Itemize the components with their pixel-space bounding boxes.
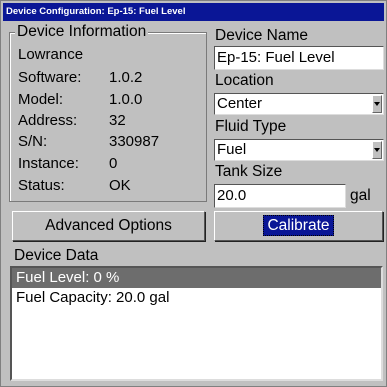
instance-label: Instance:: [18, 155, 79, 172]
serial-number-label: S/N:: [18, 133, 48, 150]
location-selected-value: Center: [217, 95, 263, 112]
serial-number-value: 330987: [109, 133, 160, 150]
calibrate-button[interactable]: Calibrate: [214, 211, 383, 241]
fluid-type-select[interactable]: Fuel: [214, 139, 384, 161]
device-data-title: Device Data: [14, 247, 99, 264]
advanced-options-button[interactable]: Advanced Options: [12, 211, 205, 241]
advanced-options-label: Advanced Options: [45, 217, 172, 234]
list-item[interactable]: Fuel Level: 0 %: [12, 268, 381, 288]
device-name-field[interactable]: Ep-15: Fuel Level: [214, 46, 384, 70]
tank-size-field[interactable]: 20.0: [214, 184, 346, 208]
tank-size-label: Tank Size: [215, 163, 283, 180]
instance-value: 0: [109, 155, 118, 172]
model-label: Model:: [18, 91, 64, 108]
location-label: Location: [215, 72, 274, 89]
status-label: Status:: [18, 177, 65, 194]
window-title: Device Configuration: Ep-15: Fuel Level: [3, 3, 384, 21]
chevron-down-icon[interactable]: [372, 141, 382, 159]
software-label: Software:: [18, 69, 82, 86]
chevron-down-icon[interactable]: [372, 95, 382, 113]
fluid-type-label: Fluid Type: [215, 118, 287, 135]
device-data-list[interactable]: Fuel Level: 0 % Fuel Capacity: 20.0 gal: [10, 266, 383, 381]
address-label: Address:: [18, 112, 78, 129]
device-information-title: Device Information: [15, 23, 149, 41]
device-configuration-window: Device Configuration: Ep-15: Fuel Level …: [0, 0, 387, 387]
calibrate-label: Calibrate: [263, 215, 334, 236]
software-value: 1.0.2: [109, 69, 143, 86]
manufacturer-label: Lowrance: [18, 46, 84, 63]
fluid-type-selected-value: Fuel: [217, 141, 247, 158]
tank-size-unit: gal: [350, 187, 371, 204]
address-value: 32: [109, 112, 126, 129]
location-select[interactable]: Center: [214, 93, 384, 115]
list-item[interactable]: Fuel Capacity: 20.0 gal: [12, 288, 381, 308]
status-value: OK: [109, 177, 131, 194]
device-name-label: Device Name: [215, 27, 309, 44]
model-value: 1.0.0: [109, 91, 143, 108]
